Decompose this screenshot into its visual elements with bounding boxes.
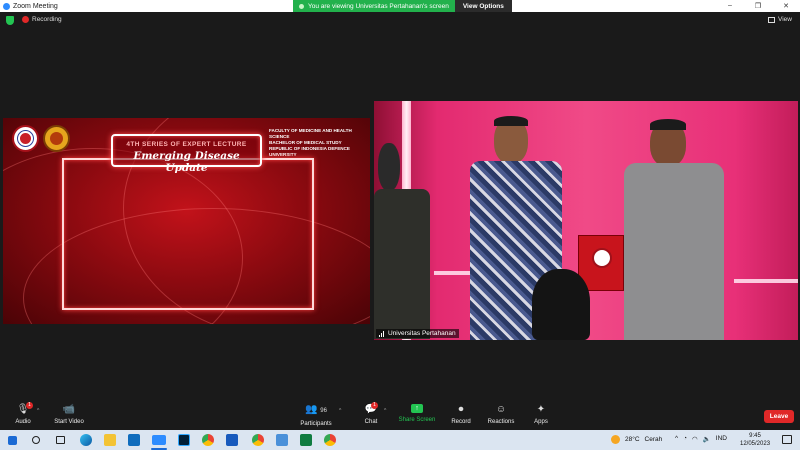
recording-dot-icon xyxy=(22,16,29,23)
share-status-text: You are viewing Universitas Pertahanan's… xyxy=(308,2,449,10)
word-icon[interactable] xyxy=(226,434,238,446)
start-video-button[interactable]: 📹 Start Video xyxy=(52,404,86,425)
screen-share-banner: You are viewing Universitas Pertahanan's… xyxy=(293,0,512,12)
gift-bag-logo xyxy=(592,248,612,268)
photoshop-icon[interactable] xyxy=(178,434,190,446)
recording-label: Recording xyxy=(32,16,62,23)
file-explorer-icon[interactable] xyxy=(104,434,116,446)
university-line: REPUBLIC OF INDONESIA DEFENCE UNIVERSITY xyxy=(269,146,350,157)
windows-start-icon[interactable] xyxy=(8,436,17,445)
meeting-toolbar: 🎙 1 Audio ^ 📹 Start Video 👥 96 Participa… xyxy=(0,400,800,430)
lecture-series-title: 4TH SERIES OF EXPERT LECTURE xyxy=(126,141,247,148)
reactions-label: Reactions xyxy=(487,419,515,425)
wifi-icon[interactable]: ◠ xyxy=(692,435,698,443)
share-status-icon xyxy=(299,3,304,9)
share-screen-icon: ↑ xyxy=(411,404,423,413)
windows-taskbar: 28°C Cerah ^ ◔ ◠ 🔈 IND 9:45 12/05/2023 xyxy=(0,430,800,450)
audio-button[interactable]: 🎙 1 Audio xyxy=(12,402,34,425)
meeting-top-bar: Recording View xyxy=(0,13,800,29)
faculty-line: FACULTY OF MEDICINE AND HEALTH SCIENCE xyxy=(269,128,352,139)
chat-label: Chat xyxy=(364,419,378,425)
sun-icon xyxy=(611,435,620,444)
person-left xyxy=(374,141,430,340)
slide-faculty-info: FACULTY OF MEDICINE AND HEALTH SCIENCE B… xyxy=(269,128,370,158)
grid-view-icon xyxy=(768,16,776,23)
excel-icon[interactable] xyxy=(300,434,312,446)
participant-video[interactable]: Universitas Pertahanan xyxy=(374,101,798,340)
person-right xyxy=(612,119,728,340)
participant-name-tag: Universitas Pertahanan xyxy=(376,329,459,338)
audio-badge: 1 xyxy=(26,402,33,409)
lecture-topic-title: Emerging Disease Update xyxy=(133,150,240,174)
start-video-label: Start Video xyxy=(54,419,84,425)
university-logo xyxy=(12,125,39,152)
search-icon[interactable] xyxy=(32,436,40,444)
mail-icon[interactable] xyxy=(128,434,140,446)
share-status: You are viewing Universitas Pertahanan's… xyxy=(293,0,455,12)
shared-screen-slide: FACULTY OF MEDICINE AND HEALTH SCIENCE B… xyxy=(3,118,370,324)
audio-label: Audio xyxy=(15,419,31,425)
slide-title-box: 4TH SERIES OF EXPERT LECTURE Emerging Di… xyxy=(111,134,262,174)
participants-options-caret[interactable]: ^ xyxy=(339,408,341,414)
participants-icon: 👥 96 xyxy=(305,404,327,415)
weather-widget[interactable]: 28°C Cerah xyxy=(611,435,662,444)
chrome-profile-icon[interactable] xyxy=(252,434,264,446)
reactions-button[interactable]: ☺ Reactions xyxy=(486,404,516,425)
volume-icon[interactable]: 🔈 xyxy=(703,435,711,443)
network-icon[interactable]: ◔ xyxy=(683,435,687,443)
chat-button[interactable]: 💬 1 Chat xyxy=(360,402,382,425)
backdrop-light-bar xyxy=(734,279,798,283)
weather-description: Cerah xyxy=(644,436,663,443)
edge-icon[interactable] xyxy=(80,434,92,446)
share-screen-button[interactable]: ↑ Share Screen xyxy=(398,404,436,423)
audio-options-caret[interactable]: ^ xyxy=(37,408,39,414)
chat-options-caret[interactable]: ^ xyxy=(384,408,386,414)
clock-time: 9:45 xyxy=(749,433,761,439)
chrome-icon[interactable] xyxy=(202,434,214,446)
record-label: Record xyxy=(451,419,471,425)
security-shield-icon[interactable] xyxy=(6,16,14,25)
window-controls: – ❐ ✕ xyxy=(716,2,800,10)
input-language[interactable]: IND xyxy=(716,435,727,443)
reactions-icon: ☺ xyxy=(495,404,507,415)
recording-indicator[interactable]: Recording xyxy=(22,16,62,23)
apps-icon: ✦ xyxy=(536,404,546,415)
participants-label: Participants xyxy=(300,421,332,427)
photos-icon[interactable] xyxy=(276,434,288,446)
view-button[interactable]: View xyxy=(768,16,792,23)
system-clock[interactable]: 9:45 12/05/2023 xyxy=(740,432,770,448)
view-options-button[interactable]: View Options xyxy=(454,0,512,12)
chevron-up-icon[interactable]: ^ xyxy=(675,435,678,443)
weather-temperature: 28°C xyxy=(625,436,640,443)
video-off-icon: 📹 xyxy=(62,404,76,415)
record-icon: ⏺ xyxy=(458,404,464,415)
zoom-taskbar-icon[interactable] xyxy=(152,435,166,445)
leave-button[interactable]: Leave xyxy=(764,410,794,423)
signal-bars-icon xyxy=(379,330,385,337)
minimize-button[interactable]: – xyxy=(716,2,744,10)
chat-badge: 1 xyxy=(371,402,378,409)
system-tray: ^ ◔ ◠ 🔈 IND xyxy=(675,435,727,443)
faculty-logo xyxy=(43,125,70,152)
apps-label: Apps xyxy=(534,419,548,425)
record-button[interactable]: ⏺ Record xyxy=(449,404,473,425)
task-view-icon[interactable] xyxy=(56,436,65,444)
participants-button[interactable]: 👥 96 Participants xyxy=(298,404,334,427)
participants-count: 96 xyxy=(320,408,327,414)
restore-button[interactable]: ❐ xyxy=(744,2,772,10)
view-label: View xyxy=(778,16,792,23)
participant-name: Universitas Pertahanan xyxy=(388,330,456,337)
photographer-silhouette xyxy=(532,269,590,340)
apps-button[interactable]: ✦ Apps xyxy=(530,404,552,425)
notification-icon[interactable] xyxy=(782,435,792,444)
clock-date: 12/05/2023 xyxy=(740,441,771,447)
close-button[interactable]: ✕ xyxy=(772,2,800,10)
zoom-logo-icon xyxy=(3,2,10,10)
share-screen-label: Share Screen xyxy=(398,417,436,423)
neon-frame xyxy=(62,158,314,310)
chrome-window-icon[interactable] xyxy=(324,434,336,446)
